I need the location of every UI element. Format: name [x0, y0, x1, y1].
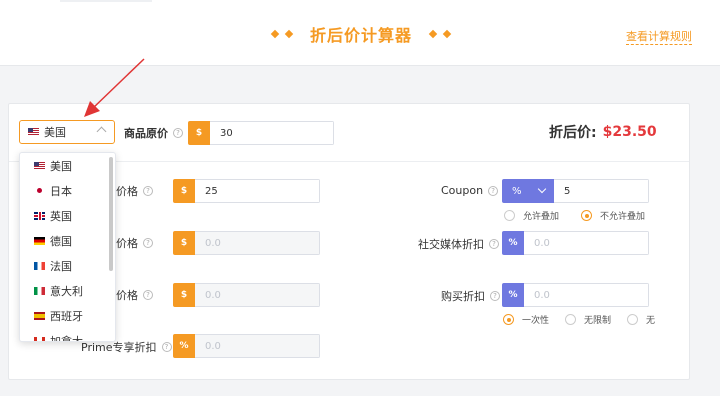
- coupon-stack-options: 允许叠加 不允许叠加: [504, 209, 645, 222]
- purchase-discount-label: 购买折扣 ?: [441, 288, 500, 304]
- coupon-unit-select[interactable]: %: [502, 179, 554, 203]
- us-flag-icon: [34, 161, 45, 170]
- radio-allow-stack-label: 允许叠加: [523, 212, 560, 222]
- prime-discount-input[interactable]: [195, 334, 320, 358]
- it-flag-icon: [34, 286, 45, 295]
- original-price-field: $: [188, 121, 334, 145]
- flash-sale-field: $: [173, 179, 320, 203]
- final-price: 折后价: $23.50: [549, 122, 657, 142]
- coupon-input[interactable]: [554, 179, 649, 203]
- country-option-de[interactable]: 德国: [20, 228, 115, 253]
- fr-flag-icon: [34, 261, 45, 270]
- social-discount-input[interactable]: [524, 231, 649, 255]
- question-circle-icon[interactable]: ?: [173, 128, 183, 138]
- outlet-price-field: $: [173, 283, 320, 307]
- percent-prefix: %: [173, 334, 195, 358]
- purchase-discount-input[interactable]: [524, 283, 649, 307]
- question-circle-icon[interactable]: ?: [143, 186, 153, 196]
- de-flag-icon: [34, 236, 45, 245]
- percent-prefix: %: [502, 283, 524, 307]
- us-flag-icon: [28, 128, 39, 136]
- radio-one-time[interactable]: [503, 314, 514, 325]
- gb-flag-icon: [34, 211, 45, 220]
- country-option-it[interactable]: 意大利: [20, 278, 115, 303]
- country-option-us[interactable]: 美国: [20, 153, 115, 178]
- radio-unlimited-label: 无限制: [584, 316, 612, 326]
- question-circle-icon[interactable]: ?: [488, 185, 499, 196]
- final-price-value: $23.50: [602, 124, 657, 140]
- dollar-prefix: $: [188, 121, 210, 145]
- dollar-prefix: $: [173, 283, 195, 307]
- country-option-gb[interactable]: 英国: [20, 203, 115, 228]
- promo-price-field: $: [173, 231, 320, 255]
- country-dropdown: 美国 日本 英国 德国 法国 意大利 西班牙 加拿大: [19, 152, 116, 342]
- diamond-icon: [284, 29, 294, 39]
- coupon-field: %: [502, 179, 649, 203]
- radio-one-time-label: 一次性: [522, 316, 550, 326]
- purchase-discount-field: %: [502, 283, 649, 307]
- percent-prefix: %: [502, 231, 524, 255]
- country-option-fr[interactable]: 法国: [20, 253, 115, 278]
- title-wrap: 折后价计算器: [268, 22, 454, 46]
- original-price-label: 商品原价 ?: [124, 125, 183, 141]
- ca-flag-icon: [34, 336, 45, 341]
- view-rules-link[interactable]: 查看计算规则: [626, 30, 692, 45]
- question-circle-icon[interactable]: ?: [161, 342, 172, 352]
- purchase-discount-options: 一次性 无限制 无: [503, 313, 655, 326]
- annotation-arrow: [84, 58, 145, 117]
- radio-none-label: 无: [646, 316, 656, 326]
- promo-price-input[interactable]: [195, 231, 320, 255]
- country-option-jp[interactable]: 日本: [20, 178, 115, 203]
- flash-sale-input[interactable]: [195, 179, 320, 203]
- radio-unlimited[interactable]: [565, 314, 577, 325]
- question-circle-icon[interactable]: ?: [489, 239, 499, 249]
- country-option-ca[interactable]: 加拿大: [20, 328, 115, 341]
- dollar-prefix: $: [173, 179, 195, 203]
- diamond-icon: [442, 29, 452, 39]
- dollar-prefix: $: [173, 231, 195, 255]
- radio-no-stack-label: 不允许叠加: [600, 212, 646, 222]
- country-option-es[interactable]: 西班牙: [20, 303, 115, 328]
- prime-discount-field: %: [173, 334, 320, 358]
- coupon-label: Coupon ?: [441, 184, 499, 197]
- question-circle-icon[interactable]: ?: [143, 238, 153, 248]
- social-discount-label: 社交媒体折扣 ?: [418, 236, 499, 252]
- diamond-icon: [270, 29, 280, 39]
- radio-none[interactable]: [627, 314, 639, 325]
- annotation-arrow-shaft: [91, 58, 145, 110]
- question-circle-icon[interactable]: ?: [143, 290, 153, 300]
- original-price-input[interactable]: [210, 121, 334, 145]
- radio-allow-stack[interactable]: [504, 210, 515, 221]
- chevron-up-icon: [96, 126, 107, 137]
- jp-flag-icon: [34, 186, 45, 195]
- page-title: 折后价计算器: [310, 26, 413, 45]
- question-circle-icon[interactable]: ?: [490, 291, 500, 301]
- final-price-label: 折后价:: [549, 125, 597, 141]
- es-flag-icon: [34, 311, 45, 320]
- header-tab-hint: [60, 0, 152, 2]
- radio-no-stack[interactable]: [581, 210, 593, 221]
- country-select-value: 美国: [44, 126, 66, 139]
- dropdown-scrollbar[interactable]: [109, 157, 113, 271]
- outlet-price-input[interactable]: [195, 283, 320, 307]
- diamond-icon: [428, 29, 438, 39]
- chevron-down-icon: [537, 184, 547, 194]
- social-discount-field: %: [502, 231, 649, 255]
